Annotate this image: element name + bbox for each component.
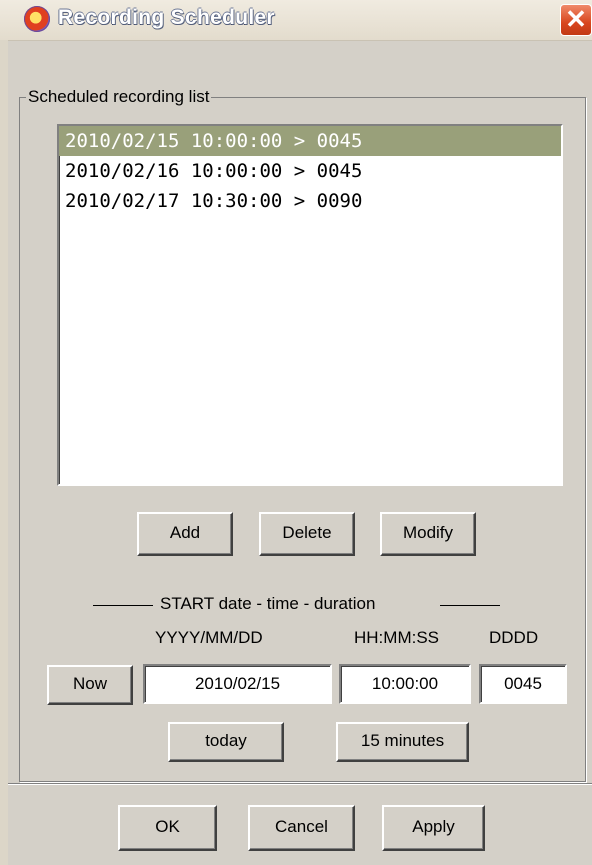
cancel-button[interactable]: Cancel (248, 805, 355, 851)
ok-button[interactable]: OK (118, 805, 217, 851)
now-button[interactable]: Now (47, 665, 133, 705)
scheduled-list-legend: Scheduled recording list (26, 87, 212, 107)
list-item[interactable]: 2010/02/16 10:00:00 > 0045 (59, 156, 561, 186)
section-rule-right (440, 605, 500, 606)
today-button[interactable]: today (168, 722, 284, 762)
close-button[interactable]: ✕ (560, 4, 592, 36)
date-format-label: YYYY/MM/DD (155, 628, 263, 647)
delete-button[interactable]: Delete (259, 512, 355, 556)
window-title: Recording Scheduler (58, 6, 275, 29)
app-record-icon[interactable] (24, 6, 50, 32)
window-border (0, 40, 8, 865)
duration-format-label: DDDD (489, 628, 539, 647)
time-format-label: HH:MM:SS (354, 628, 439, 647)
list-item[interactable]: 2010/02/15 10:00:00 > 0045 (59, 126, 561, 156)
start-section-title: START date - time - duration (160, 594, 376, 613)
fifteen-minutes-button[interactable]: 15 minutes (336, 722, 469, 762)
close-icon: ✕ (565, 4, 587, 34)
section-rule-left (93, 605, 153, 606)
list-item[interactable]: 2010/02/17 10:30:00 > 0090 (59, 186, 561, 216)
add-button[interactable]: Add (137, 512, 233, 556)
scheduled-recording-listbox[interactable]: 2010/02/15 10:00:00 > 0045 2010/02/16 10… (57, 124, 563, 486)
footer-divider (8, 783, 592, 785)
time-field[interactable]: 10:00:00 (339, 664, 471, 704)
apply-button[interactable]: Apply (382, 805, 485, 851)
modify-button[interactable]: Modify (380, 512, 476, 556)
duration-field[interactable]: 0045 (479, 664, 567, 704)
title-bar[interactable]: Recording Scheduler ✕ (0, 0, 592, 41)
date-field[interactable]: 2010/02/15 (143, 664, 332, 704)
